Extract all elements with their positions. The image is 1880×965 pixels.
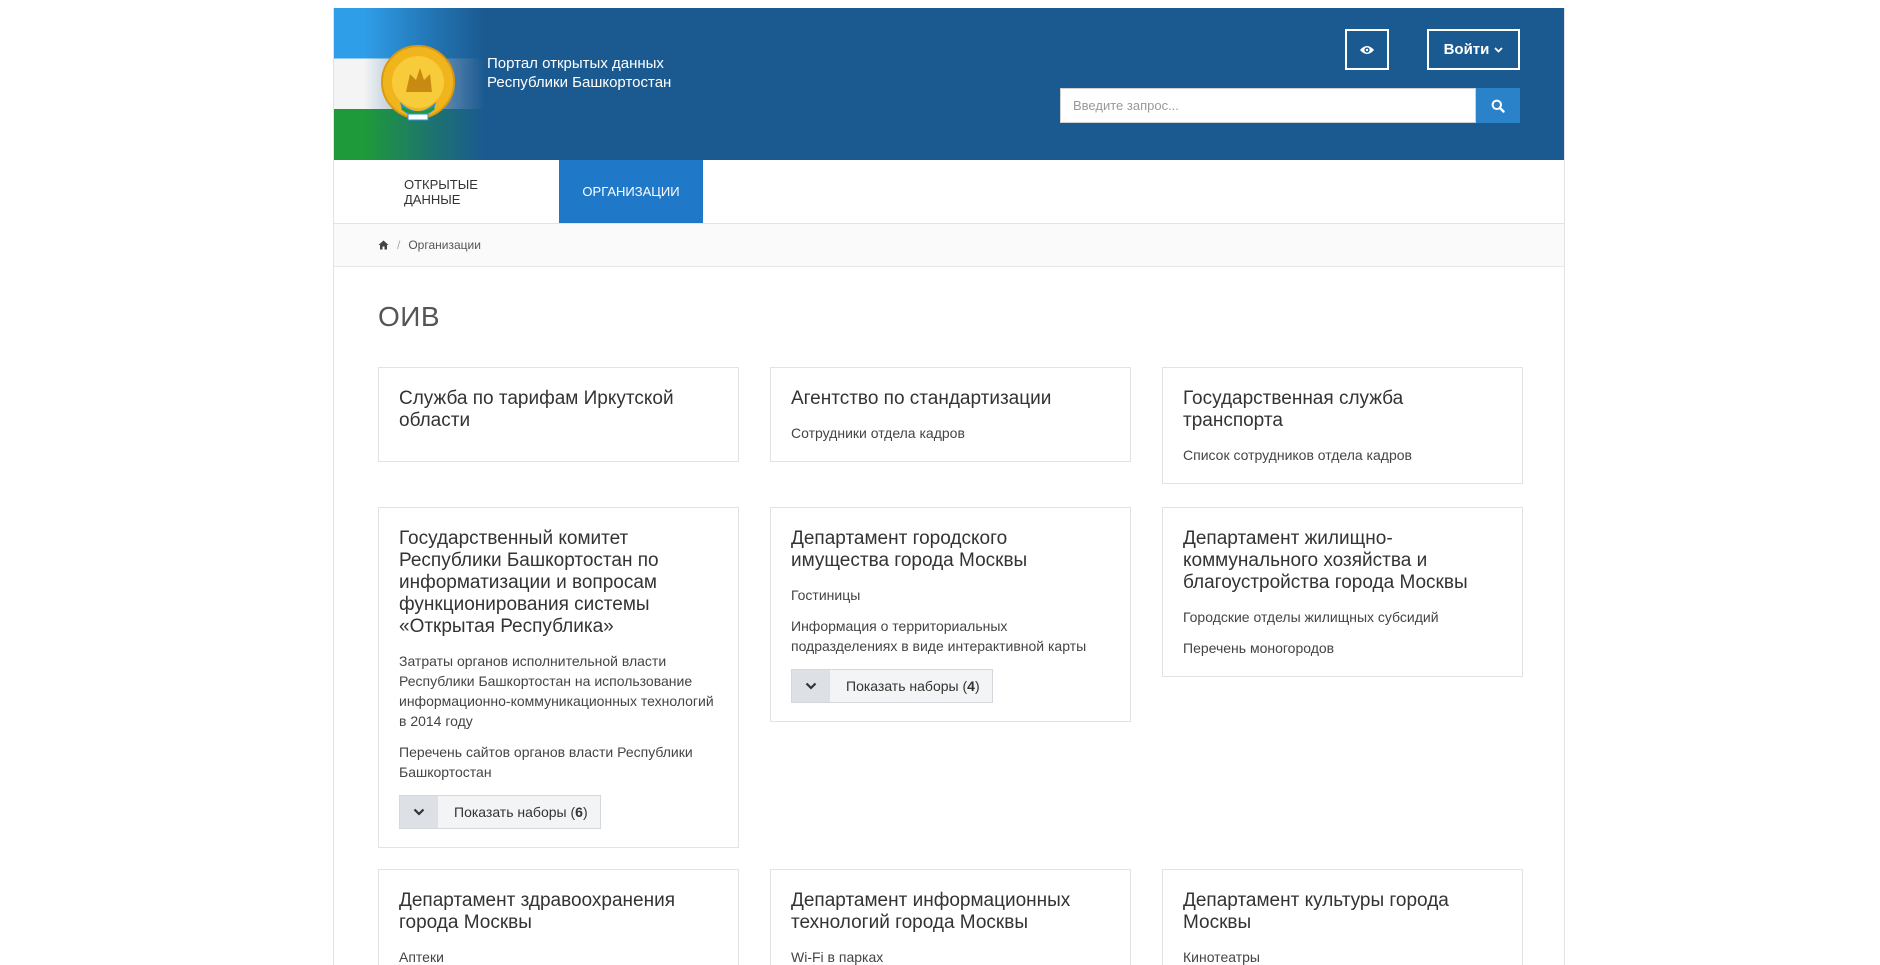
site-title[interactable]: Портал открытых данных Республики Башкор… [487, 54, 727, 92]
breadcrumb-current: Организации [408, 238, 481, 252]
dataset-link[interactable]: Гостиницы [791, 585, 1110, 605]
main-nav: Открытые данные Организации [334, 160, 1564, 224]
org-card: Агентство по стандартизации Сотрудники о… [770, 367, 1131, 462]
dataset-count: 4 [967, 678, 975, 694]
dataset-link[interactable]: Городские отделы жилищных субсидий [1183, 607, 1502, 627]
coat-of-arms-logo[interactable] [378, 40, 462, 130]
chevron-down-icon-wrap [400, 796, 438, 828]
org-card-title[interactable]: Департамент городского имущества города … [791, 528, 1110, 572]
show-datasets-text: Показать наборы ( [454, 804, 576, 820]
breadcrumb: / Организации [334, 224, 1564, 267]
dataset-link[interactable]: Перечень моногородов [1183, 638, 1502, 658]
login-label: Войти [1443, 41, 1490, 58]
login-button[interactable]: Войти [1427, 29, 1520, 70]
show-datasets-button[interactable]: Показать наборы (6) [399, 795, 601, 829]
chevron-down-icon [1494, 46, 1504, 53]
dataset-link[interactable]: Список сотрудников отдела кадров [1183, 445, 1502, 465]
show-datasets-close: ) [974, 678, 980, 694]
org-card-title[interactable]: Государственная служба транспорта [1183, 388, 1502, 432]
org-card-title[interactable]: Государственный комитет Республики Башко… [399, 528, 718, 638]
nav-item-open-data[interactable]: Открытые данные [378, 160, 518, 223]
org-card-title[interactable]: Департамент здравоохранения города Москв… [399, 890, 718, 934]
org-card: Департамент городского имущества города … [770, 507, 1131, 722]
site-title-line1: Портал открытых данных [487, 55, 664, 72]
breadcrumb-separator: / [397, 238, 401, 252]
search-icon [1491, 99, 1505, 113]
org-card: Государственная служба транспорта Список… [1162, 367, 1523, 484]
dataset-link[interactable]: Сотрудники отдела кадров [791, 423, 1110, 443]
show-datasets-text: Показать наборы ( [846, 678, 968, 694]
dataset-link[interactable]: Кинотеатры [1183, 947, 1502, 965]
org-card: Департамент здравоохранения города Москв… [378, 869, 739, 965]
org-card-title[interactable]: Департамент информационных технологий го… [791, 890, 1110, 934]
org-card-title[interactable]: Департамент жилищно-коммунального хозяйс… [1183, 528, 1502, 594]
org-card: Департамент культуры города Москвы Кинот… [1162, 869, 1523, 965]
search-button[interactable] [1476, 88, 1520, 123]
org-card: Департамент информационных технологий го… [770, 869, 1131, 965]
dataset-link[interactable]: Затраты органов исполнительной власти Ре… [399, 651, 718, 731]
dataset-link[interactable]: Информация о территориальных подразделен… [791, 616, 1110, 656]
org-card-title[interactable]: Департамент культуры города Москвы [1183, 890, 1502, 934]
dataset-count: 6 [575, 804, 583, 820]
search-input[interactable] [1060, 88, 1476, 123]
home-icon [378, 240, 389, 250]
page-title: ОИВ [378, 301, 441, 332]
accessibility-button[interactable] [1345, 29, 1389, 70]
show-datasets-close: ) [582, 804, 588, 820]
site-header: Портал открытых данных Республики Башкор… [334, 8, 1564, 160]
show-datasets-label: Показать наборы (4) [830, 670, 992, 702]
nav-item-organizations[interactable]: Организации [559, 160, 703, 223]
org-card: Департамент жилищно-коммунального хозяйс… [1162, 507, 1523, 677]
show-datasets-button[interactable]: Показать наборы (4) [791, 669, 993, 703]
chevron-down-icon [805, 682, 817, 690]
dataset-link[interactable]: Перечень сайтов органов власти Республик… [399, 742, 718, 782]
chevron-down-icon [413, 808, 425, 816]
site-title-line2: Республики Башкортостан [487, 74, 672, 91]
dataset-link[interactable]: Аптеки [399, 947, 718, 965]
org-card: Государственный комитет Республики Башко… [378, 507, 739, 848]
chevron-down-icon-wrap [792, 670, 830, 702]
org-card: Служба по тарифам Иркутской области [378, 367, 739, 462]
dataset-link[interactable]: Wi-Fi в парках [791, 947, 1110, 965]
org-card-title[interactable]: Агентство по стандартизации [791, 388, 1110, 410]
breadcrumb-home[interactable] [378, 240, 389, 250]
eye-icon [1360, 45, 1374, 54]
show-datasets-label: Показать наборы (6) [438, 796, 600, 828]
org-card-title[interactable]: Служба по тарифам Иркутской области [399, 388, 718, 432]
page-container: Портал открытых данных Республики Башкор… [333, 8, 1565, 965]
